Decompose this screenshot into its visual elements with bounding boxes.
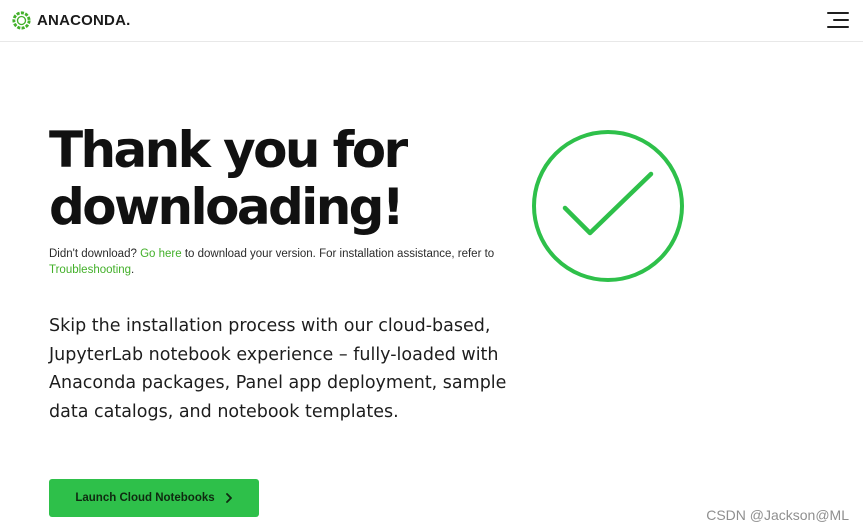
download-assistance-text: Didn't download? Go here to download you… — [49, 246, 509, 278]
logo-text: ANACONDA. — [37, 11, 131, 29]
page: ANACONDA. Thank you for downloading! Did… — [0, 0, 863, 531]
anaconda-logo-icon — [12, 10, 31, 30]
assist-text-middle: to download your version. For installati… — [181, 248, 495, 260]
checkmark-circle-icon — [532, 130, 684, 282]
watermark-text: CSDN @Jackson@ML — [706, 507, 849, 523]
launch-cloud-notebooks-button[interactable]: Launch Cloud Notebooks — [49, 479, 259, 517]
go-here-link[interactable]: Go here — [140, 248, 182, 260]
page-title: Thank you for downloading! — [49, 121, 408, 236]
cloud-notebooks-description: Skip the installation process with our c… — [49, 316, 507, 422]
troubleshooting-link[interactable]: Troubleshooting — [49, 264, 131, 276]
hamburger-menu-icon[interactable] — [827, 11, 849, 29]
top-nav-bar: ANACONDA. — [0, 0, 863, 42]
chevron-right-icon — [225, 493, 232, 503]
anaconda-logo[interactable]: ANACONDA. — [11, 9, 130, 31]
assist-text-suffix: . — [131, 264, 135, 276]
assist-text-prefix: Didn't download? — [49, 248, 141, 260]
launch-button-label: Launch Cloud Notebooks — [75, 492, 215, 504]
